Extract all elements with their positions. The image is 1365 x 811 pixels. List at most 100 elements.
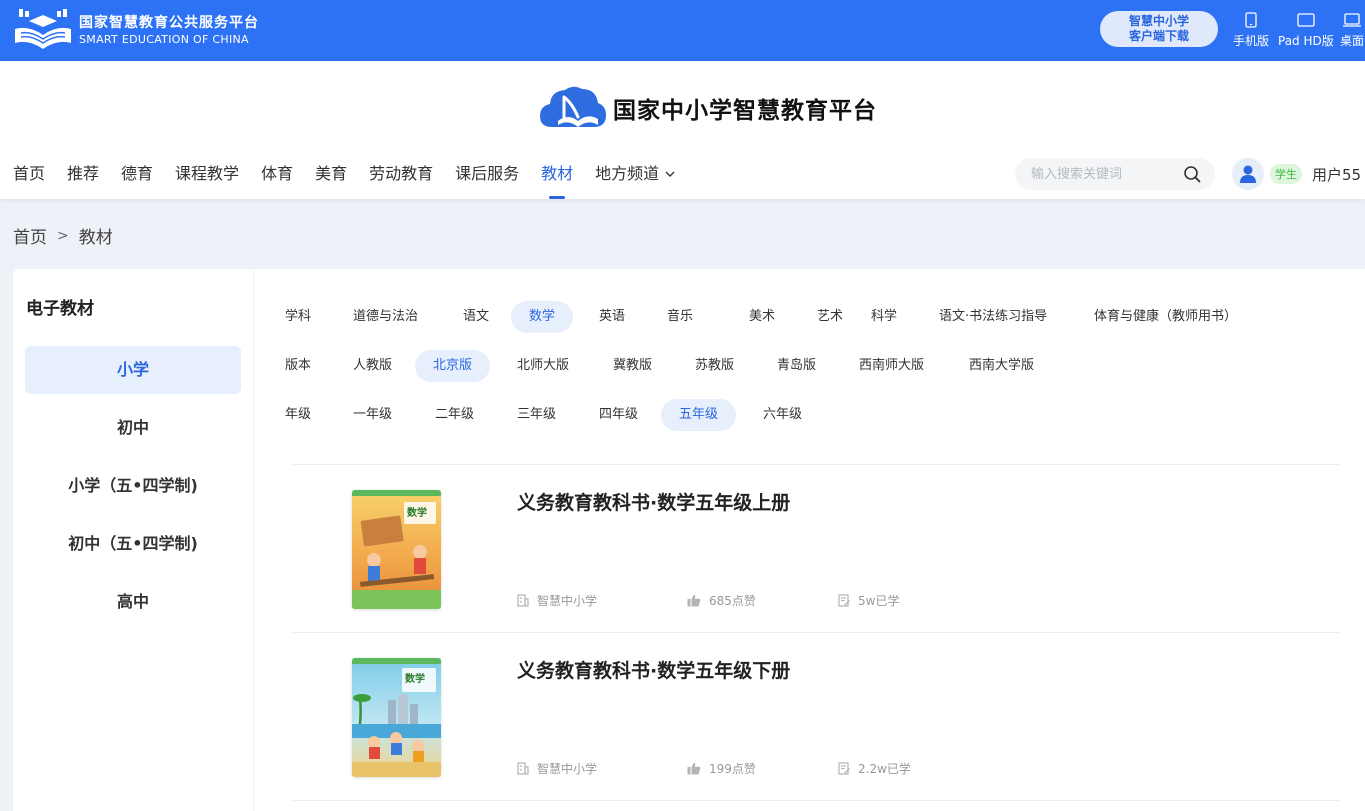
grade-5[interactable]: 五年级: [661, 399, 737, 431]
study-record-icon: [838, 762, 850, 775]
book-learned: 5w已学: [838, 592, 899, 609]
platform-name: 国家中小学智慧教育平台: [613, 97, 877, 124]
grade-filter-row: 年级 一年级 二年级 三年级 四年级 五年级 六年级: [254, 399, 1365, 431]
breadcrumb-home[interactable]: 首页: [13, 223, 47, 248]
book-cover-title: 数学: [407, 506, 427, 519]
main-nav: 首页 推荐 德育 课程教学 体育 美育 劳动教育 课后服务 教材 地方频道: [13, 159, 699, 199]
cloud-book-logo-icon: [540, 86, 606, 127]
edition-beijing[interactable]: 北京版: [415, 350, 491, 382]
phone-icon: [1245, 12, 1257, 28]
pad-version-link[interactable]: Pad HD版: [1278, 12, 1334, 49]
subject-science[interactable]: 科学: [853, 301, 915, 333]
search-input[interactable]: [1015, 158, 1165, 190]
role-badge: 学生: [1270, 164, 1302, 184]
sidebar-item-primary[interactable]: 小学: [25, 346, 241, 394]
download-line-2: 客户端下载: [1128, 29, 1189, 43]
subject-fine-arts[interactable]: 美术: [731, 301, 793, 333]
phone-version-link[interactable]: 手机版: [1233, 12, 1269, 49]
tablet-icon: [1297, 13, 1315, 27]
user-menu[interactable]: 学生 用户55: [1232, 158, 1361, 190]
building-icon: [517, 762, 529, 775]
book-title[interactable]: 义务教育教科书·数学五年级上册: [517, 488, 790, 515]
subject-english[interactable]: 英语: [581, 301, 643, 333]
grade-4[interactable]: 四年级: [581, 399, 656, 431]
sidebar-item-senior[interactable]: 高中: [25, 578, 241, 626]
subject-label: 学科: [285, 309, 312, 324]
nav-arts[interactable]: 美育: [315, 159, 347, 199]
study-record-icon: [838, 594, 850, 607]
nav-textbooks[interactable]: 教材: [541, 159, 573, 199]
download-line-1: 智慧中小学: [1128, 14, 1189, 28]
edition-label: 版本: [285, 358, 312, 373]
book-source: 智慧中小学: [517, 760, 597, 777]
book-item[interactable]: 数学 义务教育教科书·数学五年级下册 智慧中小学 199点赞 2.2w已学: [293, 633, 1340, 801]
book-learned: 2.2w已学: [838, 760, 911, 777]
subject-music[interactable]: 音乐: [649, 301, 711, 333]
user-name[interactable]: 用户55: [1312, 164, 1361, 185]
grade-3[interactable]: 三年级: [499, 399, 574, 431]
book-learned-text: 5w已学: [858, 594, 900, 608]
nav-sports[interactable]: 体育: [261, 159, 293, 199]
edition-qingdao[interactable]: 青岛版: [759, 350, 834, 382]
book-cover[interactable]: 数学: [352, 658, 441, 777]
grade-1[interactable]: 一年级: [335, 399, 410, 431]
book-cover[interactable]: 数学: [352, 490, 441, 609]
edition-sujiao[interactable]: 苏教版: [677, 350, 752, 382]
book-cover-title: 数学: [405, 672, 425, 685]
desktop-version-link[interactable]: 桌面: [1340, 12, 1364, 49]
nav-labor[interactable]: 劳动教育: [369, 159, 433, 199]
brand-name-cn: 国家智慧教育公共服务平台: [79, 14, 259, 31]
nav-recommend[interactable]: 推荐: [67, 159, 99, 199]
edition-xinanshida[interactable]: 西南师大版: [841, 350, 942, 382]
search-icon[interactable]: [1183, 165, 1201, 183]
nav-course-teaching[interactable]: 课程教学: [175, 159, 239, 199]
textbook-content: 学科 道德与法治 语文 数学 英语 音乐 美术 艺术 科学 语文·书法练习指导 …: [254, 269, 1365, 811]
nav-after-school[interactable]: 课后服务: [455, 159, 519, 199]
book-source: 智慧中小学: [517, 592, 597, 609]
grade-2[interactable]: 二年级: [417, 399, 492, 431]
brand-name-en: SMART EDUCATION OF CHINA: [79, 32, 249, 46]
subject-morality[interactable]: 道德与法治: [335, 301, 436, 333]
grade-6[interactable]: 六年级: [745, 399, 820, 431]
building-icon: [517, 594, 529, 607]
brand[interactable]: 国家智慧教育公共服务平台 SMART EDUCATION OF CHINA: [13, 9, 259, 51]
edition-xinandaxue[interactable]: 西南大学版: [951, 350, 1052, 382]
nav-home[interactable]: 首页: [13, 159, 45, 199]
stage-sidebar: 电子教材 小学 初中 小学（五•四学制) 初中（五•四学制) 高中: [13, 269, 253, 811]
breadcrumb-separator: >: [57, 227, 69, 244]
main-header: 国家中小学智慧教育平台 首页 推荐 德育 课程教学 体育 美育 劳动教育 课后服…: [0, 61, 1365, 199]
grade-label: 年级: [285, 407, 312, 422]
client-download-button[interactable]: 智慧中小学 客户端下载: [1100, 11, 1218, 47]
chevron-down-icon: [665, 171, 675, 177]
avatar[interactable]: [1232, 158, 1264, 190]
nav-local-channel[interactable]: 地方频道: [595, 159, 677, 199]
phone-version-label: 手机版: [1233, 34, 1270, 48]
subject-pe-teacher[interactable]: 体育与健康（教师用书）: [1076, 301, 1255, 333]
book-title[interactable]: 义务教育教科书·数学五年级下册: [517, 656, 790, 683]
subject-math[interactable]: 数学: [511, 301, 574, 333]
book-learned-text: 2.2w已学: [858, 762, 911, 776]
sidebar-item-primary-54[interactable]: 小学（五•四学制): [25, 462, 241, 510]
brand-logo-icon: [15, 9, 71, 49]
nav-moral[interactable]: 德育: [121, 159, 153, 199]
sidebar-item-junior[interactable]: 初中: [25, 404, 241, 452]
book-likes: 199点赞: [687, 760, 756, 777]
edition-filter-row: 版本 人教版 北京版 北师大版 冀教版 苏教版 青岛版 西南师大版 西南大学版: [254, 350, 1365, 382]
book-cover-image: 数学: [352, 658, 441, 777]
edition-jijiao[interactable]: 冀教版: [595, 350, 670, 382]
edition-beishida[interactable]: 北师大版: [499, 350, 587, 382]
laptop-icon: [1343, 13, 1361, 27]
subject-chinese[interactable]: 语文: [445, 301, 507, 333]
sidebar-item-junior-54[interactable]: 初中（五•四学制): [25, 520, 241, 568]
thumbs-up-icon: [687, 594, 701, 607]
book-source-text: 智慧中小学: [537, 594, 598, 608]
breadcrumb: 首页 > 教材: [13, 223, 113, 249]
subject-calligraphy[interactable]: 语文·书法练习指导: [921, 301, 1065, 333]
sidebar-title: 电子教材: [26, 299, 94, 319]
edition-renjiao[interactable]: 人教版: [335, 350, 410, 382]
subject-art[interactable]: 艺术: [799, 301, 861, 333]
book-source-text: 智慧中小学: [537, 762, 598, 776]
breadcrumb-current: 教材: [78, 228, 113, 248]
book-item[interactable]: 数学 义务教育教科书·数学五年级上册 智慧中小学 685点赞 5w已学: [293, 465, 1340, 633]
platform-logo[interactable]: 国家中小学智慧教育平台: [538, 83, 877, 133]
